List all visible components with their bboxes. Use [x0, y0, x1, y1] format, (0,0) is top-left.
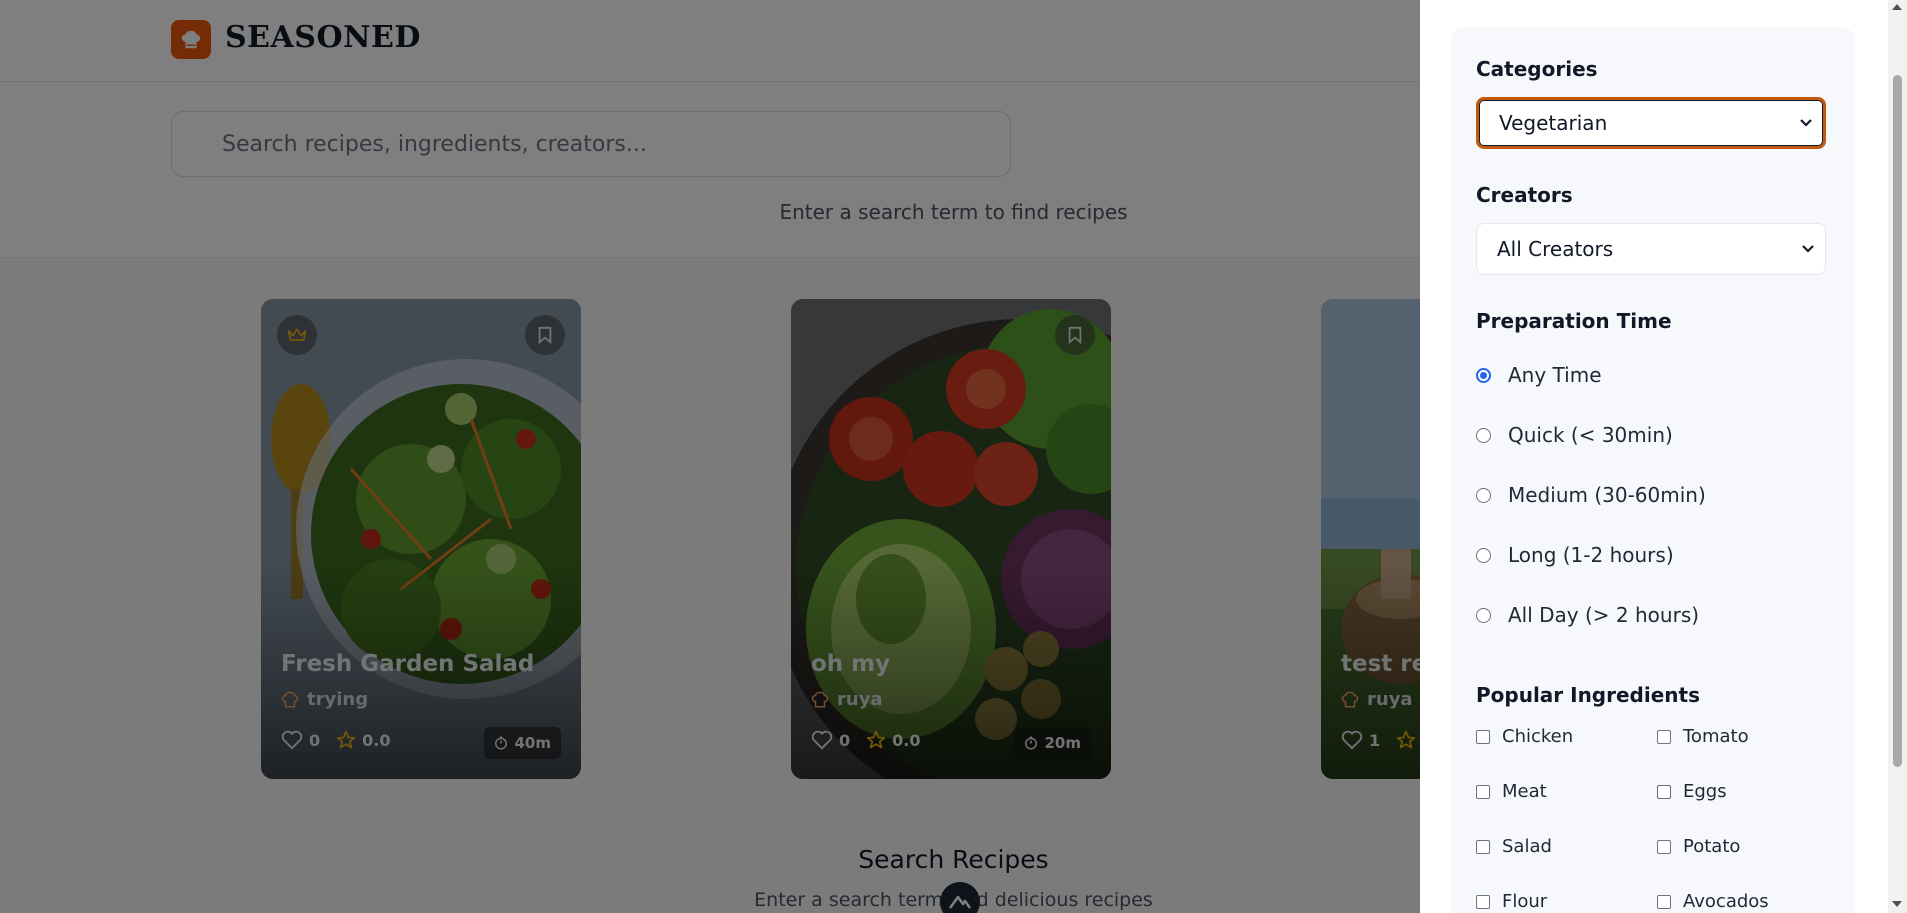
categories-select[interactable]: Vegetarian — [1476, 97, 1826, 149]
checkbox[interactable] — [1476, 894, 1490, 909]
checkbox[interactable] — [1476, 729, 1490, 744]
checkbox[interactable] — [1657, 839, 1671, 854]
radio-button[interactable] — [1476, 487, 1491, 503]
ingredient-checkbox-potato[interactable]: Potato — [1657, 836, 1740, 857]
ingredient-checkbox-chicken[interactable]: Chicken — [1476, 726, 1573, 747]
prep-option-quick[interactable]: Quick (< 30min) — [1476, 423, 1673, 447]
filter-panel: Categories Vegetarian Creators All Creat… — [1451, 27, 1855, 913]
ingredient-checkbox-tomato[interactable]: Tomato — [1657, 726, 1749, 747]
radio-button[interactable] — [1476, 427, 1491, 443]
ingredient-checkbox-avocados[interactable]: Avocados — [1657, 891, 1769, 912]
categories-selected-value: Vegetarian — [1499, 111, 1608, 135]
checkbox[interactable] — [1657, 784, 1671, 799]
filter-drawer: Categories Vegetarian Creators All Creat… — [1420, 0, 1907, 913]
checkbox[interactable] — [1657, 894, 1671, 909]
prep-option-long[interactable]: Long (1-2 hours) — [1476, 543, 1674, 567]
creators-selected-value: All Creators — [1497, 237, 1614, 261]
prep-option-medium[interactable]: Medium (30-60min) — [1476, 483, 1706, 507]
prep-option-any-time[interactable]: Any Time — [1476, 363, 1602, 387]
modal-backdrop[interactable] — [0, 0, 1420, 913]
popular-ingredients-label: Popular Ingredients — [1476, 683, 1700, 707]
ingredient-checkbox-salad[interactable]: Salad — [1476, 836, 1552, 857]
drawer-scrollbar[interactable] — [1888, 0, 1907, 913]
checkbox[interactable] — [1657, 729, 1671, 744]
chevron-down-icon — [1802, 245, 1814, 253]
checkbox[interactable] — [1476, 839, 1490, 854]
scrollbar-thumb[interactable] — [1893, 75, 1902, 767]
ingredient-checkbox-flour[interactable]: Flour — [1476, 891, 1547, 912]
scroll-down-arrow-icon[interactable] — [1892, 901, 1902, 907]
ingredient-checkbox-eggs[interactable]: Eggs — [1657, 781, 1727, 802]
radio-button[interactable] — [1476, 547, 1491, 563]
creators-label: Creators — [1476, 183, 1573, 207]
prep-option-all-day[interactable]: All Day (> 2 hours) — [1476, 603, 1699, 627]
radio-button[interactable] — [1476, 607, 1491, 623]
scroll-up-arrow-icon[interactable] — [1892, 4, 1902, 10]
preparation-time-label: Preparation Time — [1476, 309, 1672, 333]
chevron-down-icon — [1800, 119, 1812, 127]
radio-button-checked[interactable] — [1476, 367, 1491, 383]
categories-label: Categories — [1476, 57, 1598, 81]
creators-select[interactable]: All Creators — [1476, 223, 1826, 275]
checkbox[interactable] — [1476, 784, 1490, 799]
ingredient-checkbox-meat[interactable]: Meat — [1476, 781, 1547, 802]
